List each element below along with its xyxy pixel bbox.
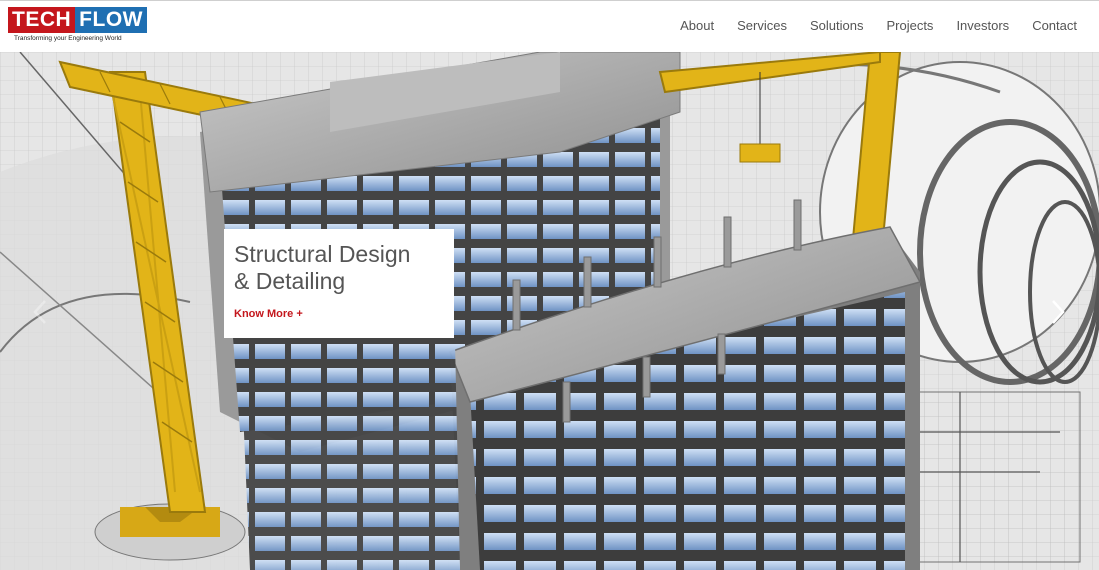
know-more-link[interactable]: Know More + [234, 308, 444, 320]
site-header: TECH FLOW Transforming your Engineering … [0, 0, 1099, 52]
main-nav: About Services Solutions Projects Invest… [680, 1, 1077, 49]
logo-wordmark: TECH FLOW [8, 7, 147, 33]
chevron-left-icon [33, 300, 46, 324]
nav-item-services[interactable]: Services [737, 18, 787, 33]
hero-title: Structural Design & Detailing [234, 241, 444, 295]
logo-tech-text: TECH [8, 7, 76, 33]
hero-caption-card: Structural Design & Detailing Know More … [224, 229, 454, 338]
nav-item-investors[interactable]: Investors [956, 18, 1009, 33]
logo-tagline: Transforming your Engineering World [14, 35, 122, 42]
chevron-right-icon [1052, 300, 1065, 324]
slider-prev-button[interactable] [30, 297, 50, 327]
nav-item-projects[interactable]: Projects [886, 18, 933, 33]
hero-slider [0, 52, 1099, 570]
nav-item-solutions[interactable]: Solutions [810, 18, 863, 33]
logo-flow-text: FLOW [75, 7, 147, 33]
nav-item-contact[interactable]: Contact [1032, 18, 1077, 33]
nav-item-about[interactable]: About [680, 18, 714, 33]
brand-logo[interactable]: TECH FLOW Transforming your Engineering … [8, 7, 147, 47]
slider-next-button[interactable] [1048, 297, 1068, 327]
hero-title-line1: Structural Design [234, 241, 411, 267]
hero-image [0, 52, 1099, 570]
hero-title-line2: & Detailing [234, 268, 346, 294]
